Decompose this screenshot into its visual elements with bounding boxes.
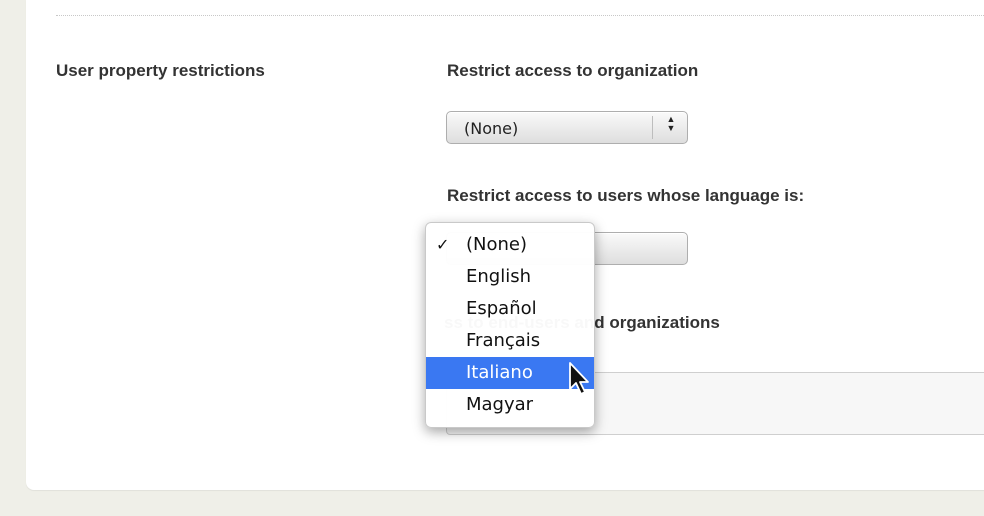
language-option-francais[interactable]: Français <box>426 325 594 357</box>
language-option-none[interactable]: ✓ (None) <box>426 229 594 261</box>
option-label: (None) <box>466 234 528 255</box>
option-label: Italiano <box>466 362 533 383</box>
organization-select[interactable]: (None) ▲ ▼ <box>446 111 688 144</box>
section-label: User property restrictions <box>56 61 265 80</box>
language-option-espanol[interactable]: Español <box>426 293 594 325</box>
option-label: Français <box>466 330 541 351</box>
arrow-down-icon: ▼ <box>666 123 676 133</box>
language-option-english[interactable]: English <box>426 261 594 293</box>
up-down-arrows-icon: ▲ ▼ <box>660 115 682 140</box>
mouse-pointer-icon <box>569 362 589 395</box>
option-label: English <box>466 266 531 287</box>
option-label: Magyar <box>466 394 534 415</box>
select-divider <box>652 116 653 139</box>
option-label: Español <box>466 298 537 319</box>
section-divider <box>56 15 984 16</box>
language-restriction-label: Restrict access to users whose language … <box>447 186 805 205</box>
organization-select-value: (None) <box>464 119 519 138</box>
checkmark-icon: ✓ <box>436 235 450 254</box>
organization-restriction-label: Restrict access to organization <box>447 61 699 80</box>
